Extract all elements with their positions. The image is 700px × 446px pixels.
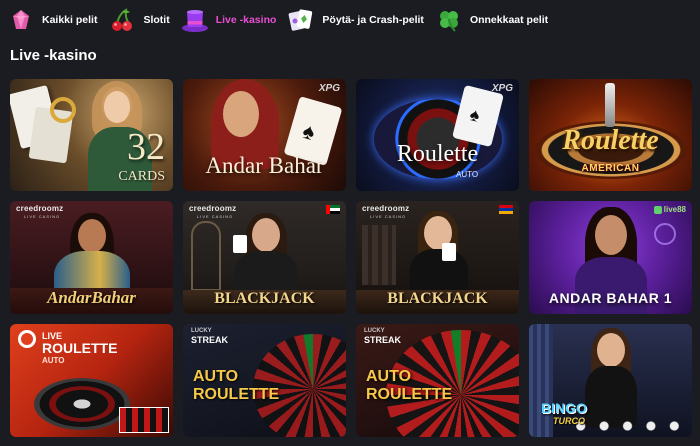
nav-item-live-casino[interactable]: Live -kasino [180, 0, 277, 40]
tile-title: ANDAR BAHAR 1 [548, 290, 673, 306]
provider-logo-line2: STREAK [364, 335, 402, 345]
cherry-icon [107, 5, 137, 35]
dealer-face [104, 91, 130, 123]
nav-label: Slotit [143, 14, 170, 26]
tile-title: BINGO [541, 400, 587, 416]
tile-title-line2: ROULETTE [193, 386, 280, 403]
nav-label: Onnekkaat pelit [469, 14, 549, 26]
tile-title: 32 [127, 126, 165, 168]
dealer-portrait [595, 215, 627, 255]
game-tile-andar-bahar-creedroomz[interactable]: creedroomz LIVE CASINO AndarBahar [10, 201, 173, 314]
game-tile-32-cards[interactable]: 32 CARDS [10, 79, 173, 191]
category-nav: Kaikki pelit Slotit Live -kasino Pöytä- … [0, 0, 700, 40]
playing-cards-art [442, 243, 456, 261]
tile-title: Andar Bahar [205, 153, 324, 178]
provider-logo: live88 [653, 205, 686, 214]
provider-logo-line1: LUCKY [364, 328, 385, 334]
game-tile-roulette-auto-xpg[interactable]: ♠ XPG Roulette AUTO [356, 79, 519, 191]
nav-label: Live -kasino [215, 14, 277, 26]
betting-board-art [119, 407, 169, 433]
wall-panel-art [191, 221, 221, 291]
tile-title-line2: ROULETTE [366, 386, 453, 403]
tile-subtitle: AUTO [456, 170, 479, 179]
tile-title-line1: AUTO [193, 368, 239, 385]
tile-subtitle: AMERICAN [581, 163, 640, 174]
game-tile-andar-bahar-1[interactable]: live88 ANDAR BAHAR 1 [529, 201, 692, 314]
live88-icon [653, 205, 662, 214]
playing-cards-art [233, 235, 247, 253]
live-logo-icon [18, 330, 36, 348]
xpg-logo: XPG [491, 83, 513, 94]
tile-subtitle: CARDS [118, 169, 165, 184]
provider-logo: creedroomz [16, 204, 64, 213]
flag-icon [499, 205, 513, 214]
game-grid: 32 CARDS ♠ XPG Andar Bahar ♠ XPG Roulett… [10, 79, 692, 437]
gem-icon [6, 5, 36, 35]
provider-name: live88 [663, 205, 686, 214]
curtain-art [529, 324, 553, 437]
nav-label: Pöytä- ja Crash-pelit [322, 14, 424, 26]
tile-subtitle: AUTO [42, 356, 65, 365]
dealer-portrait [223, 91, 259, 137]
game-tile-roulette-american[interactable]: Roulette AMERICAN [529, 79, 692, 191]
clover-icon [434, 5, 464, 35]
nav-label: Kaikki pelit [42, 14, 98, 26]
tile-title-line2: ROULETTE [42, 340, 118, 356]
wall-panel-art [362, 225, 396, 285]
game-tile-bingo-turco[interactable]: BINGO TURCO [529, 324, 692, 437]
provider-logo: creedroomz [362, 204, 410, 213]
nav-item-lucky-games[interactable]: Onnekkaat pelit [434, 0, 548, 40]
tile-subtitle: TURCO [553, 416, 585, 426]
tile-title: Roulette [562, 125, 659, 156]
xpg-logo: XPG [318, 83, 340, 94]
section-title: Live -kasino [10, 47, 97, 64]
nav-item-slots[interactable]: Slotit [107, 0, 170, 40]
tile-title: AndarBahar [47, 288, 136, 307]
provider-subtitle: LIVE CASINO [24, 214, 61, 219]
nav-item-table-crash[interactable]: Pöytä- ja Crash-pelit [286, 0, 424, 40]
gold-ornament-icon [50, 97, 76, 123]
flag-icon [326, 205, 340, 214]
game-tile-auto-roulette-lucky-streak-1[interactable]: LUCKY STREAK AUTO ROULETTE [183, 324, 346, 437]
game-tile-blackjack-creedroomz-2[interactable]: creedroomz LIVE CASINO BLACKJACK [356, 201, 519, 314]
bingo-balls-art [569, 419, 686, 433]
roulette-turret-art [605, 83, 615, 127]
game-tile-andar-bahar-xpg[interactable]: ♠ XPG Andar Bahar [183, 79, 346, 191]
tile-title-line1: AUTO [366, 368, 412, 385]
provider-logo: creedroomz [189, 204, 237, 213]
logo-emblem-icon [654, 223, 676, 245]
dealer-portrait [252, 218, 280, 252]
top-hat-icon [180, 5, 210, 35]
dealer-portrait [78, 219, 106, 253]
provider-subtitle: LIVE CASINO [197, 214, 234, 219]
game-tile-blackjack-creedroomz-1[interactable]: creedroomz LIVE CASINO BLACKJACK [183, 201, 346, 314]
provider-logo-line1: LUCKY [191, 328, 212, 334]
tile-title: BLACKJACK [387, 290, 488, 307]
nav-item-all-games[interactable]: Kaikki pelit [6, 0, 97, 40]
cards-icon [286, 5, 316, 35]
tile-title: Roulette [396, 141, 479, 167]
tile-title: BLACKJACK [214, 290, 315, 307]
dealer-portrait [597, 333, 625, 367]
provider-logo-line2: STREAK [191, 335, 229, 345]
game-tile-live-roulette-auto[interactable]: LIVE ROULETTE AUTO [10, 324, 173, 437]
roulette-wheel-art [34, 378, 130, 430]
provider-subtitle: LIVE CASINO [370, 214, 407, 219]
game-tile-auto-roulette-lucky-streak-2[interactable]: LUCKY STREAK AUTO ROULETTE [356, 324, 519, 437]
